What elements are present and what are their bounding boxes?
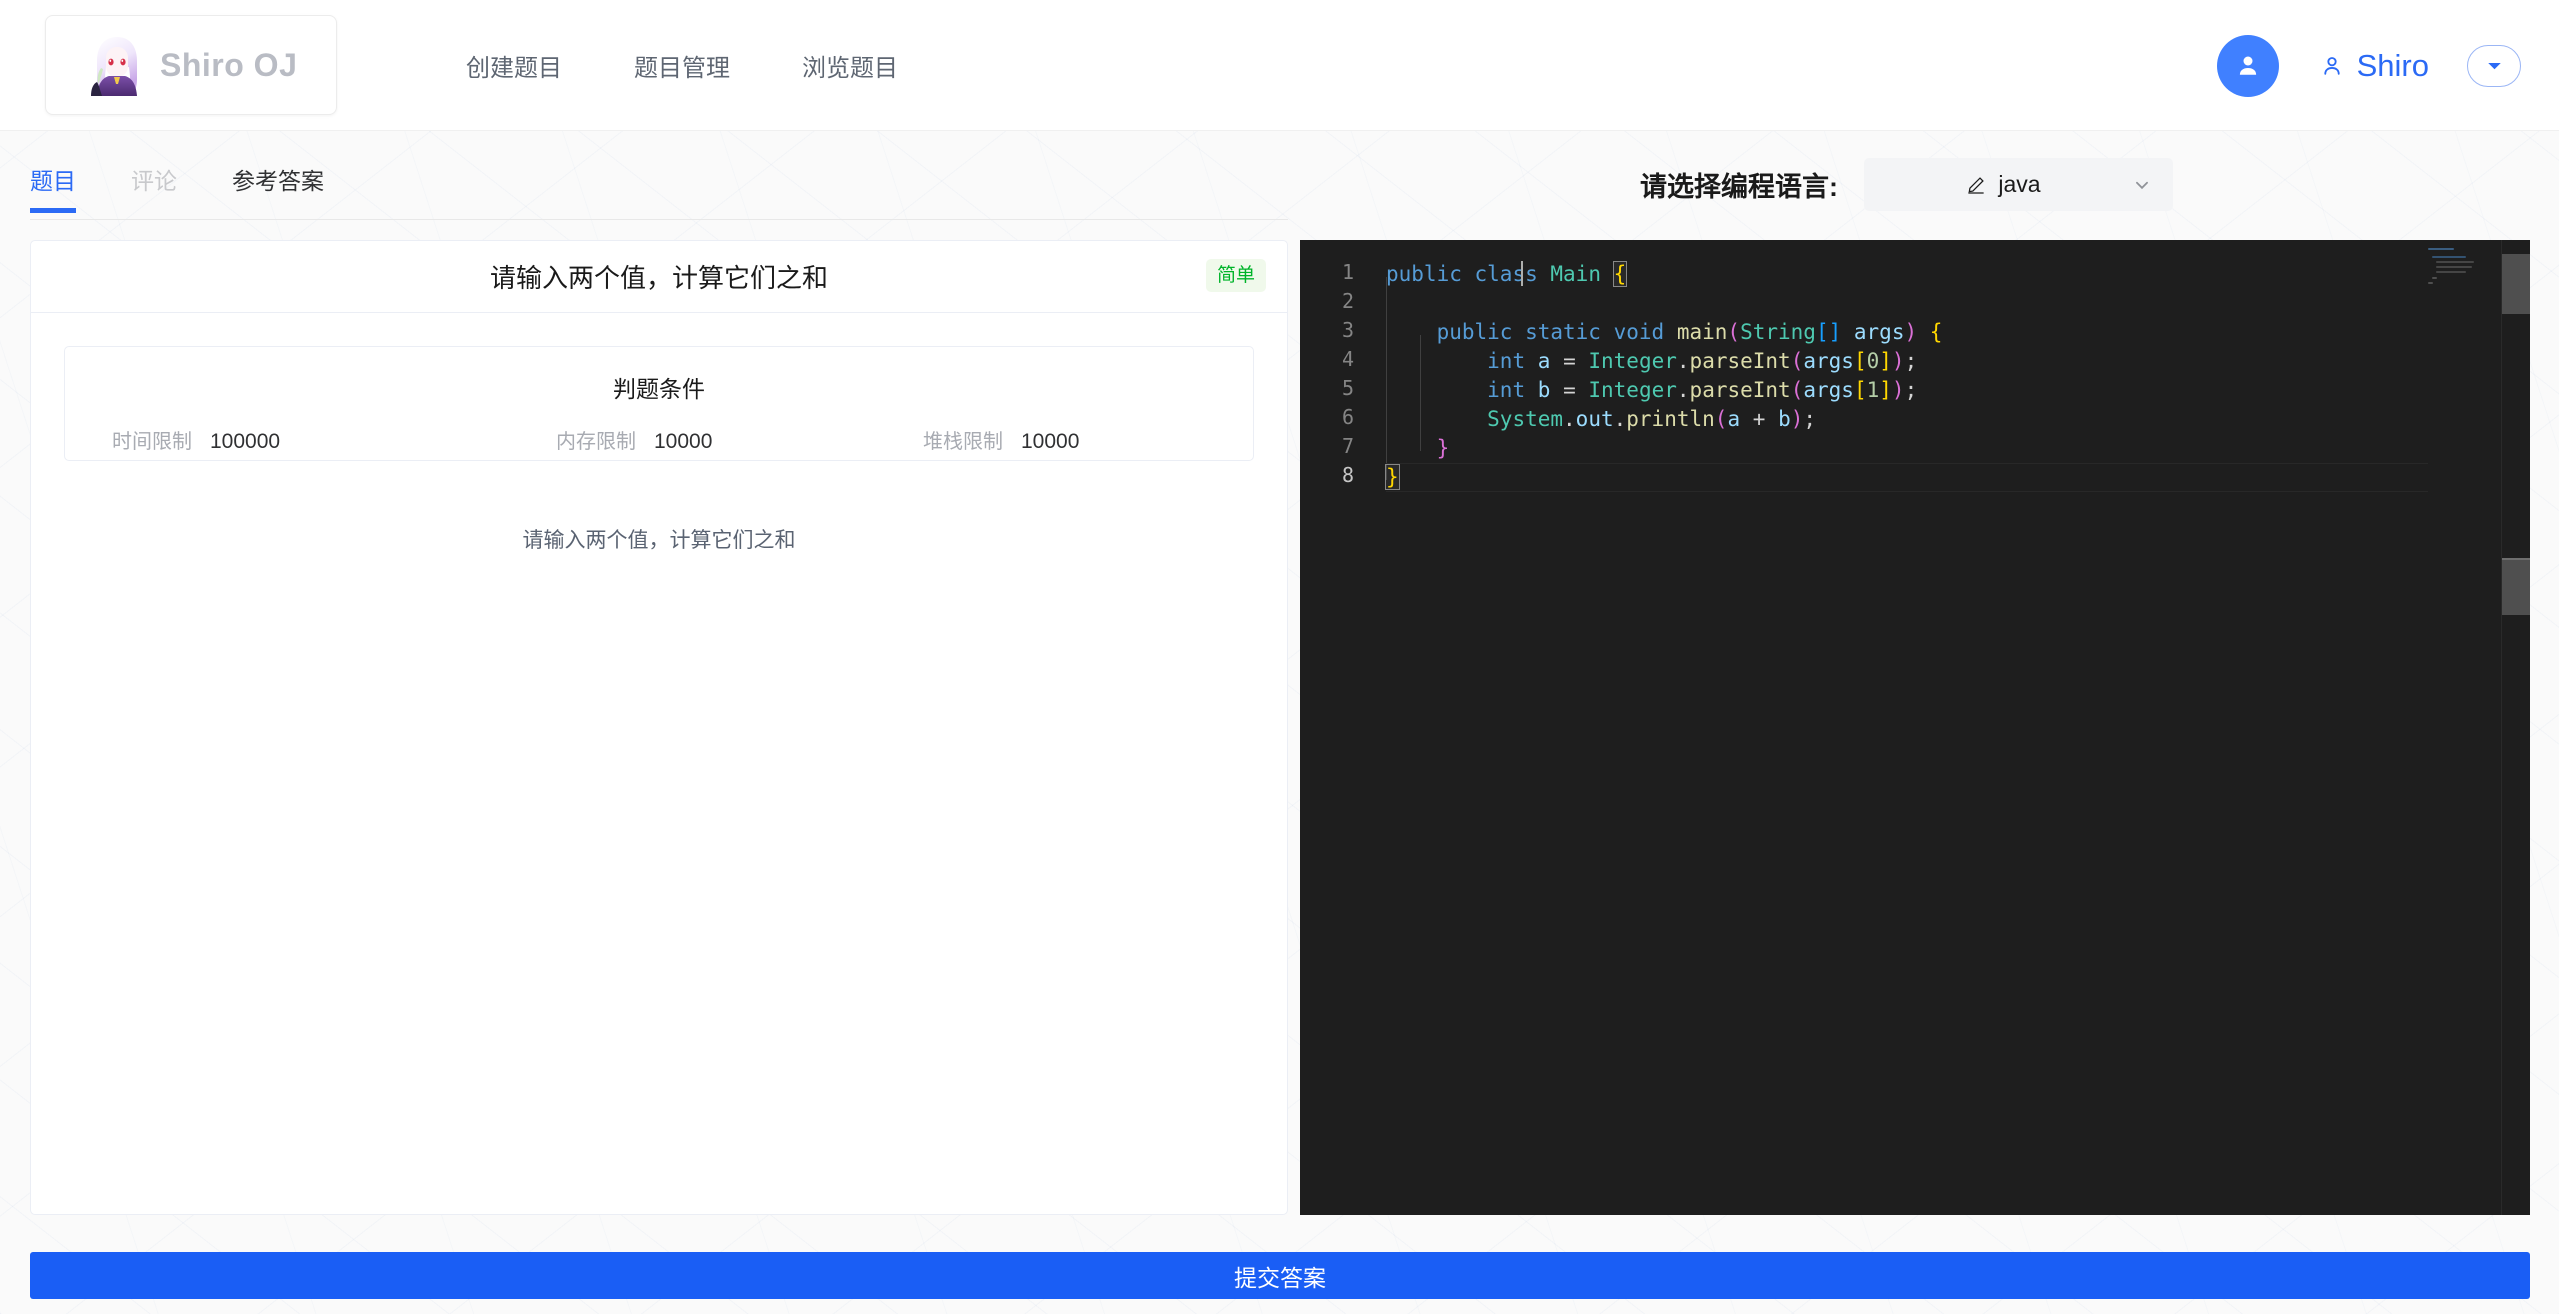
- editor-scroll-marker: [2502, 558, 2530, 560]
- code-line-5: int b = Integer.parseInt(args[1]);: [1487, 378, 1918, 402]
- user-name-button[interactable]: Shiro: [2319, 48, 2429, 84]
- memory-limit-label: 内存限制: [556, 431, 636, 453]
- line-number: 3: [1341, 318, 1354, 342]
- editor-scrollbar-slider[interactable]: [2502, 560, 2530, 615]
- language-select-value: java: [1998, 171, 2041, 197]
- code-line-8: }: [1385, 464, 1400, 490]
- memory-limit-value: 10000: [654, 430, 713, 453]
- nav-item-browse-problem[interactable]: 浏览题目: [802, 48, 898, 83]
- code-line-1: public class Main {: [1386, 261, 1628, 287]
- user-name-label: Shiro: [2356, 47, 2429, 83]
- line-number: 5: [1341, 376, 1354, 400]
- main-nav: 创建题目 题目管理 浏览题目: [466, 0, 898, 131]
- line-number: 2: [1341, 289, 1354, 313]
- problem-tabs: 题目 评论 参考答案: [30, 162, 1288, 220]
- submit-answer-button[interactable]: 提交答案: [30, 1252, 2530, 1299]
- time-limit-label: 时间限制: [112, 431, 192, 453]
- logo-home-link[interactable]: Shiro OJ: [45, 15, 337, 115]
- stack-limit-item: 堆栈限制 10000: [923, 425, 1079, 454]
- language-select[interactable]: java: [1864, 158, 2173, 211]
- line-number: 6: [1341, 405, 1354, 429]
- current-line-highlight: [1386, 463, 2428, 492]
- tab-reference-answer[interactable]: 参考答案: [232, 162, 324, 212]
- stack-limit-value: 10000: [1021, 430, 1080, 453]
- user-icon: [2323, 56, 2340, 75]
- code-line-4: int a = Integer.parseInt(args[0]);: [1487, 349, 1918, 373]
- language-selector-bar: 请选择编程语言: java: [1640, 158, 2173, 211]
- nav-item-manage-problem[interactable]: 题目管理: [634, 48, 730, 83]
- judge-conditions-title: 判题条件: [613, 376, 705, 402]
- memory-limit-item: 内存限制 10000: [556, 425, 923, 454]
- difficulty-badge: 简单: [1205, 259, 1266, 292]
- language-selector-label: 请选择编程语言:: [1640, 172, 1838, 202]
- code-line-7: }: [1436, 436, 1450, 460]
- line-number: 1: [1341, 260, 1354, 284]
- editor-minimap[interactable]: [2428, 246, 2488, 292]
- nav-item-create-problem[interactable]: 创建题目: [466, 48, 562, 83]
- app-header: Shiro OJ 创建题目 题目管理 浏览题目 Shiro: [0, 0, 2559, 131]
- user-avatar-icon[interactable]: [2216, 34, 2279, 97]
- time-limit-value: 100000: [210, 430, 281, 453]
- editor-minimap-divider: [2501, 240, 2502, 1215]
- code-line-6: System.out.println(a + b);: [1487, 407, 1817, 431]
- problem-description: 请输入两个值，计算它们之和: [522, 529, 796, 552]
- pencil-icon: [1968, 176, 1985, 194]
- code-line-3: public static void main(String[] args) {: [1436, 320, 1943, 344]
- judge-limits-row: 时间限制 100000 内存限制 10000 堆栈限制 10000: [65, 425, 1253, 454]
- time-limit-item: 时间限制 100000: [112, 425, 556, 454]
- problem-header: 请输入两个值，计算它们之和 简单: [31, 241, 1287, 313]
- anime-avatar-icon: [88, 34, 146, 96]
- tab-comments[interactable]: 评论: [131, 162, 177, 212]
- judge-conditions-card: 判题条件 时间限制 100000 内存限制 10000 堆栈限制 10000: [64, 346, 1254, 461]
- user-menu-dropdown-button[interactable]: [2467, 44, 2521, 87]
- line-number: 7: [1341, 434, 1354, 458]
- user-area: Shiro: [2216, 0, 2521, 131]
- stack-limit-label: 堆栈限制: [923, 431, 1003, 453]
- problem-title: 请输入两个值，计算它们之和: [489, 263, 828, 293]
- problem-panel: 请输入两个值，计算它们之和 简单 判题条件 时间限制 100000 内存限制 1…: [30, 240, 1288, 1215]
- logo-title: Shiro OJ: [160, 46, 298, 83]
- line-number: 4: [1341, 347, 1354, 371]
- editor-scrollbar-slider[interactable]: [2502, 254, 2530, 314]
- code-editor[interactable]: 1 2 3 4 5 6 7 8 public class Main { publ…: [1300, 240, 2530, 1215]
- chevron-down-icon: [2136, 181, 2148, 190]
- editor-gutter: 1 2 3 4 5 6 7 8: [1300, 240, 1362, 1215]
- line-number-current: 8: [1341, 463, 1354, 487]
- caret-down-icon: [2487, 62, 2501, 69]
- tab-problem[interactable]: 题目: [30, 162, 76, 213]
- text-caret: [1521, 261, 1523, 286]
